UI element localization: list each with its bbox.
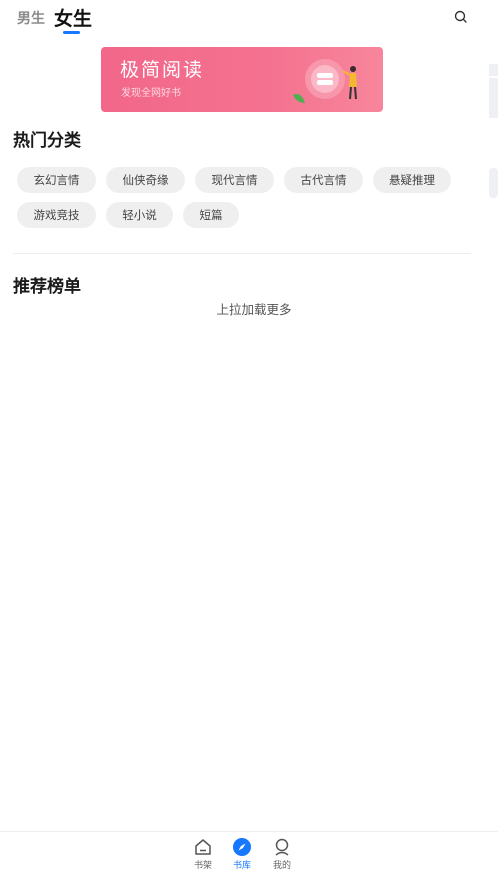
nav-bookshelf[interactable]: 书架 [183,837,223,871]
adjacent-page-edge [486,60,498,760]
bookshelf-icon [195,839,211,855]
category-chip[interactable]: 玄幻言情 [17,167,96,193]
banner-subtitle: 发现全网好书 [121,88,181,99]
category-chip[interactable]: 悬疑推理 [373,167,451,193]
nav-label: 书库 [232,861,251,871]
banner-title: 极简阅读 [120,59,205,81]
nav-profile[interactable]: 我的 [262,837,302,871]
load-more-text: 上拉加载更多 [216,302,292,317]
category-chip[interactable]: 短篇 [183,202,239,228]
user-icon [275,838,289,856]
category-chip[interactable]: 轻小说 [106,202,173,228]
section-divider [13,253,471,254]
compass-icon [233,838,251,856]
hot-categories-title: 热门分类 [13,131,81,151]
active-tab-indicator [63,31,80,34]
nav-label: 我的 [272,861,291,871]
search-icon[interactable] [452,8,470,26]
tab-female[interactable]: 女生 [54,4,92,31]
edge-block [489,78,498,118]
recommend-title: 推荐榜单 [13,277,81,297]
nav-label: 书架 [193,861,212,871]
nav-library[interactable]: 书库 [222,837,262,871]
edge-block [489,168,498,198]
bottom-navigation: 书架 书库 我的 [0,831,498,871]
edge-block [489,64,498,76]
top-header: 男生 女生 [0,0,488,40]
reading-illustration-icon [293,59,357,103]
tab-male[interactable]: 男生 [17,8,45,28]
category-chip[interactable]: 古代言情 [284,167,363,193]
category-chip[interactable]: 游戏竞技 [17,202,96,228]
category-chip[interactable]: 仙侠奇缘 [106,167,185,193]
promo-banner[interactable]: 极简阅读 发现全网好书 [101,47,383,112]
category-chip[interactable]: 现代言情 [195,167,274,193]
